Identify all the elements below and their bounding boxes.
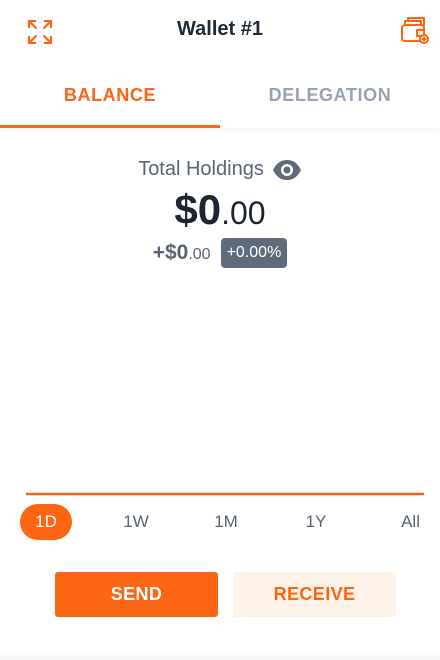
wallet-title: Wallet #1 [177, 18, 263, 40]
change-percent-badge: +0.00% [220, 238, 288, 268]
change-amount-main: +$0 [152, 241, 189, 264]
change-amount: +$0.00 [153, 241, 211, 265]
balance-change: +$0.00 +0.00% [0, 238, 440, 268]
holdings-label: Total Holdings [138, 158, 264, 180]
eye-icon [272, 159, 301, 180]
range-1w[interactable]: 1W [110, 504, 162, 540]
change-amount-decimal: .00 [188, 246, 211, 263]
time-range-selector: 1D 1W 1M 1Y All [20, 503, 420, 541]
tab-balance[interactable]: BALANCE [0, 62, 220, 128]
toggle-visibility-button[interactable] [272, 159, 302, 181]
total-balance-main: $0 [174, 186, 222, 233]
tab-bar: BALANCE DELEGATION [0, 62, 440, 128]
action-buttons: SEND RECEIVE [55, 572, 396, 617]
tab-delegation[interactable]: DELEGATION [220, 62, 440, 128]
total-balance: $0.00 [0, 186, 440, 234]
range-1y[interactable]: 1Y [290, 504, 342, 540]
range-all[interactable]: All [380, 504, 420, 540]
wallet-icon [401, 17, 429, 44]
receive-button[interactable]: RECEIVE [233, 572, 396, 617]
balance-chart [26, 492, 424, 496]
range-1d[interactable]: 1D [20, 504, 72, 540]
send-button[interactable]: SEND [55, 572, 218, 617]
total-balance-decimal: .00 [221, 195, 266, 231]
bottom-shadow [0, 650, 440, 660]
wallet-switch-button[interactable] [398, 14, 432, 48]
header: Wallet #1 [0, 0, 440, 62]
range-1m[interactable]: 1M [200, 504, 252, 540]
total-holdings: Total Holdings [0, 158, 440, 181]
